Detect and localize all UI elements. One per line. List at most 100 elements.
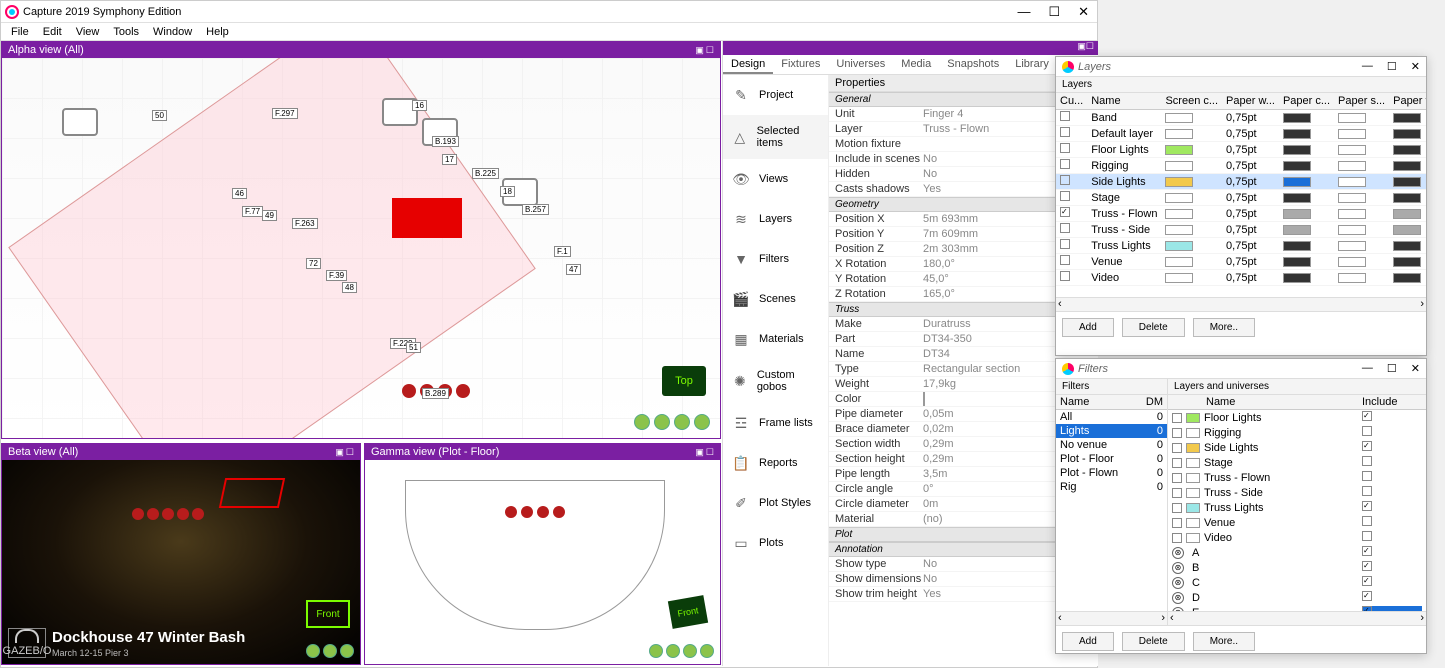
paper-s-swatch[interactable] (1338, 209, 1366, 219)
filter-row[interactable]: Plot - Floor0 (1056, 452, 1167, 466)
paper-t-swatch[interactable] (1393, 193, 1421, 203)
paper-s-swatch[interactable] (1338, 273, 1366, 283)
filter-row[interactable]: All0 (1056, 410, 1167, 424)
lu-layer-row[interactable]: Floor Lights (1168, 410, 1426, 425)
include-checkbox[interactable] (1362, 486, 1372, 496)
view-orientation-front[interactable]: Front (668, 595, 708, 629)
layers-col[interactable]: Paper c... (1279, 93, 1334, 110)
lu-universe-row[interactable]: ⊛B (1168, 560, 1426, 575)
layers-col[interactable]: Paper s... (1334, 93, 1389, 110)
paper-color-swatch[interactable] (1283, 113, 1311, 123)
screen-color-swatch[interactable] (1165, 225, 1193, 235)
paper-s-swatch[interactable] (1338, 145, 1366, 155)
paper-s-swatch[interactable] (1338, 161, 1366, 171)
current-checkbox[interactable] (1060, 127, 1070, 137)
view-max-icon[interactable]: ☐ (346, 447, 354, 458)
nav-selected[interactable]: △Selected items (723, 115, 828, 159)
screen-color-swatch[interactable] (1165, 209, 1193, 219)
view-orientation-front[interactable]: Front (306, 600, 350, 628)
include-checkbox[interactable] (1362, 456, 1372, 466)
filter-row[interactable]: Rig0 (1056, 480, 1167, 494)
nav-views[interactable]: 👁Views (723, 159, 828, 199)
layer-checkbox[interactable] (1172, 443, 1182, 453)
paper-color-swatch[interactable] (1283, 129, 1311, 139)
include-checkbox[interactable] (1362, 561, 1372, 571)
more-button[interactable]: More.. (1193, 318, 1255, 337)
beta-canvas[interactable]: GAZEB/O Dockhouse 47 Winter Bash March 1… (2, 460, 360, 664)
include-checkbox[interactable] (1362, 441, 1372, 451)
screen-color-swatch[interactable] (1165, 113, 1193, 123)
include-checkbox[interactable] (1362, 471, 1372, 481)
paper-t-swatch[interactable] (1393, 257, 1421, 267)
include-checkbox[interactable] (1362, 516, 1372, 526)
include-checkbox[interactable] (1362, 501, 1372, 511)
view-restore-icon[interactable]: ▣ (695, 447, 704, 458)
paper-t-swatch[interactable] (1393, 145, 1421, 155)
paper-s-swatch[interactable] (1338, 177, 1366, 187)
delete-button[interactable]: Delete (1122, 318, 1185, 337)
horizontal-scrollbar[interactable] (1056, 297, 1426, 311)
filter-row[interactable]: No venue0 (1056, 438, 1167, 452)
paper-s-swatch[interactable] (1338, 225, 1366, 235)
layer-row[interactable]: Default layer0,75ptNormal (1056, 126, 1426, 142)
include-checkbox[interactable] (1362, 426, 1372, 436)
nav-plots[interactable]: ▭Plots (723, 523, 828, 563)
nav-framelists[interactable]: ☲Frame lists (723, 403, 828, 443)
nav-filters[interactable]: ▼Filters (723, 239, 828, 279)
close-button[interactable]: ✕ (1411, 60, 1420, 73)
minimize-button[interactable]: — (1017, 4, 1030, 20)
nav-gobos[interactable]: ✺Custom gobos (723, 359, 828, 403)
screen-color-swatch[interactable] (1165, 161, 1193, 171)
layers-col[interactable]: Screen c... (1161, 93, 1222, 110)
paper-t-swatch[interactable] (1393, 113, 1421, 123)
minimize-button[interactable]: — (1362, 362, 1373, 375)
current-checkbox[interactable] (1060, 143, 1070, 153)
menu-edit[interactable]: Edit (37, 25, 68, 39)
view-tool-dots[interactable] (132, 508, 204, 520)
screen-color-swatch[interactable] (1165, 273, 1193, 283)
layer-row[interactable]: Band0,75ptNormal (1056, 110, 1426, 126)
paper-t-swatch[interactable] (1393, 177, 1421, 187)
current-checkbox[interactable] (1060, 223, 1070, 233)
current-checkbox[interactable] (1060, 159, 1070, 169)
color-swatch[interactable] (923, 392, 925, 406)
paper-color-swatch[interactable] (1283, 209, 1311, 219)
gamma-nav-buttons[interactable] (649, 644, 714, 658)
paper-t-swatch[interactable] (1393, 129, 1421, 139)
paper-color-swatch[interactable] (1283, 225, 1311, 235)
lu-universe-row[interactable]: ⊛D (1168, 590, 1426, 605)
layer-row[interactable]: Floor Lights0,75ptNormal (1056, 142, 1426, 158)
lu-universe-row[interactable]: ⊛C (1168, 575, 1426, 590)
paper-color-swatch[interactable] (1283, 241, 1311, 251)
paper-color-swatch[interactable] (1283, 161, 1311, 171)
layer-checkbox[interactable] (1172, 413, 1182, 423)
layer-checkbox[interactable] (1172, 488, 1182, 498)
tab-fixtures[interactable]: Fixtures (773, 55, 828, 74)
nav-reports[interactable]: 📋Reports (723, 443, 828, 483)
lu-layer-row[interactable]: Truss Lights (1168, 500, 1426, 515)
tab-media[interactable]: Media (893, 55, 939, 74)
screen-color-swatch[interactable] (1165, 193, 1193, 203)
alpha-canvas[interactable]: Top 50F.29716B.19317B.22518B.25746F.7749… (2, 58, 720, 438)
tab-universes[interactable]: Universes (828, 55, 893, 74)
paper-color-swatch[interactable] (1283, 193, 1311, 203)
nav-scenes[interactable]: 🎬Scenes (723, 279, 828, 319)
paper-s-swatch[interactable] (1338, 241, 1366, 251)
view-max-icon[interactable]: ☐ (706, 45, 714, 56)
minimize-button[interactable]: — (1362, 60, 1373, 73)
current-checkbox[interactable] (1060, 207, 1070, 217)
filter-row[interactable]: Plot - Flown0 (1056, 466, 1167, 480)
horizontal-scrollbar[interactable] (1056, 611, 1167, 625)
screen-color-swatch[interactable] (1165, 129, 1193, 139)
layers-col[interactable]: Paper w... (1222, 93, 1279, 110)
lu-layer-row[interactable]: Side Lights (1168, 440, 1426, 455)
panel-controls-icon[interactable]: ▣☐ (1077, 41, 1094, 52)
include-checkbox[interactable] (1362, 411, 1372, 421)
layers-col[interactable]: Cu... (1056, 93, 1087, 110)
lu-layer-row[interactable]: Video (1168, 530, 1426, 545)
current-checkbox[interactable] (1060, 175, 1070, 185)
lu-layer-row[interactable]: Venue (1168, 515, 1426, 530)
current-checkbox[interactable] (1060, 271, 1070, 281)
nav-project[interactable]: ✎Project (723, 75, 828, 115)
menu-window[interactable]: Window (147, 25, 198, 39)
